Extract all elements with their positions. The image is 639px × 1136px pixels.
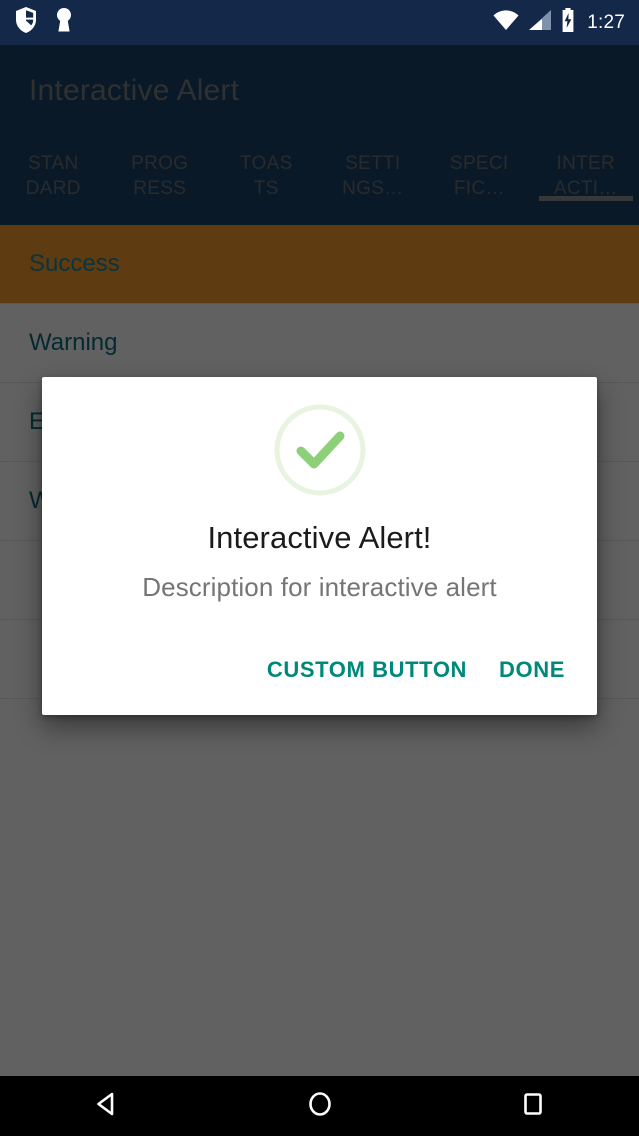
square-recents-icon [518, 1089, 548, 1124]
system-navigation-bar [0, 1076, 639, 1136]
custom-button[interactable]: CUSTOM BUTTON [257, 649, 477, 691]
home-button[interactable] [260, 1076, 380, 1136]
dialog-actions: CUSTOM BUTTON DONE [257, 649, 575, 691]
recents-button[interactable] [473, 1076, 593, 1136]
status-bar: 1:27 [0, 0, 639, 45]
check-circle-icon [271, 401, 369, 504]
interactive-alert-dialog: Interactive Alert! Description for inter… [42, 377, 597, 715]
back-button[interactable] [47, 1076, 167, 1136]
status-bar-left-icons [14, 6, 74, 39]
vpn-key-icon [54, 6, 74, 39]
battery-charging-icon [560, 7, 576, 38]
dialog-title: Interactive Alert! [207, 520, 432, 555]
dialog-description: Description for interactive alert [142, 572, 497, 602]
triangle-back-icon [92, 1089, 122, 1124]
shield-icon [14, 6, 38, 39]
status-bar-clock: 1:27 [587, 11, 625, 33]
circle-home-icon [305, 1089, 335, 1124]
android-screen: 1:27 Interactive Alert STAN DARD PROG RE… [0, 0, 639, 1136]
wifi-icon [492, 8, 520, 37]
cell-signal-icon [527, 8, 553, 37]
done-button[interactable]: DONE [489, 649, 575, 691]
status-bar-right-icons: 1:27 [492, 7, 625, 38]
dialog-icon-wrap [42, 377, 597, 504]
